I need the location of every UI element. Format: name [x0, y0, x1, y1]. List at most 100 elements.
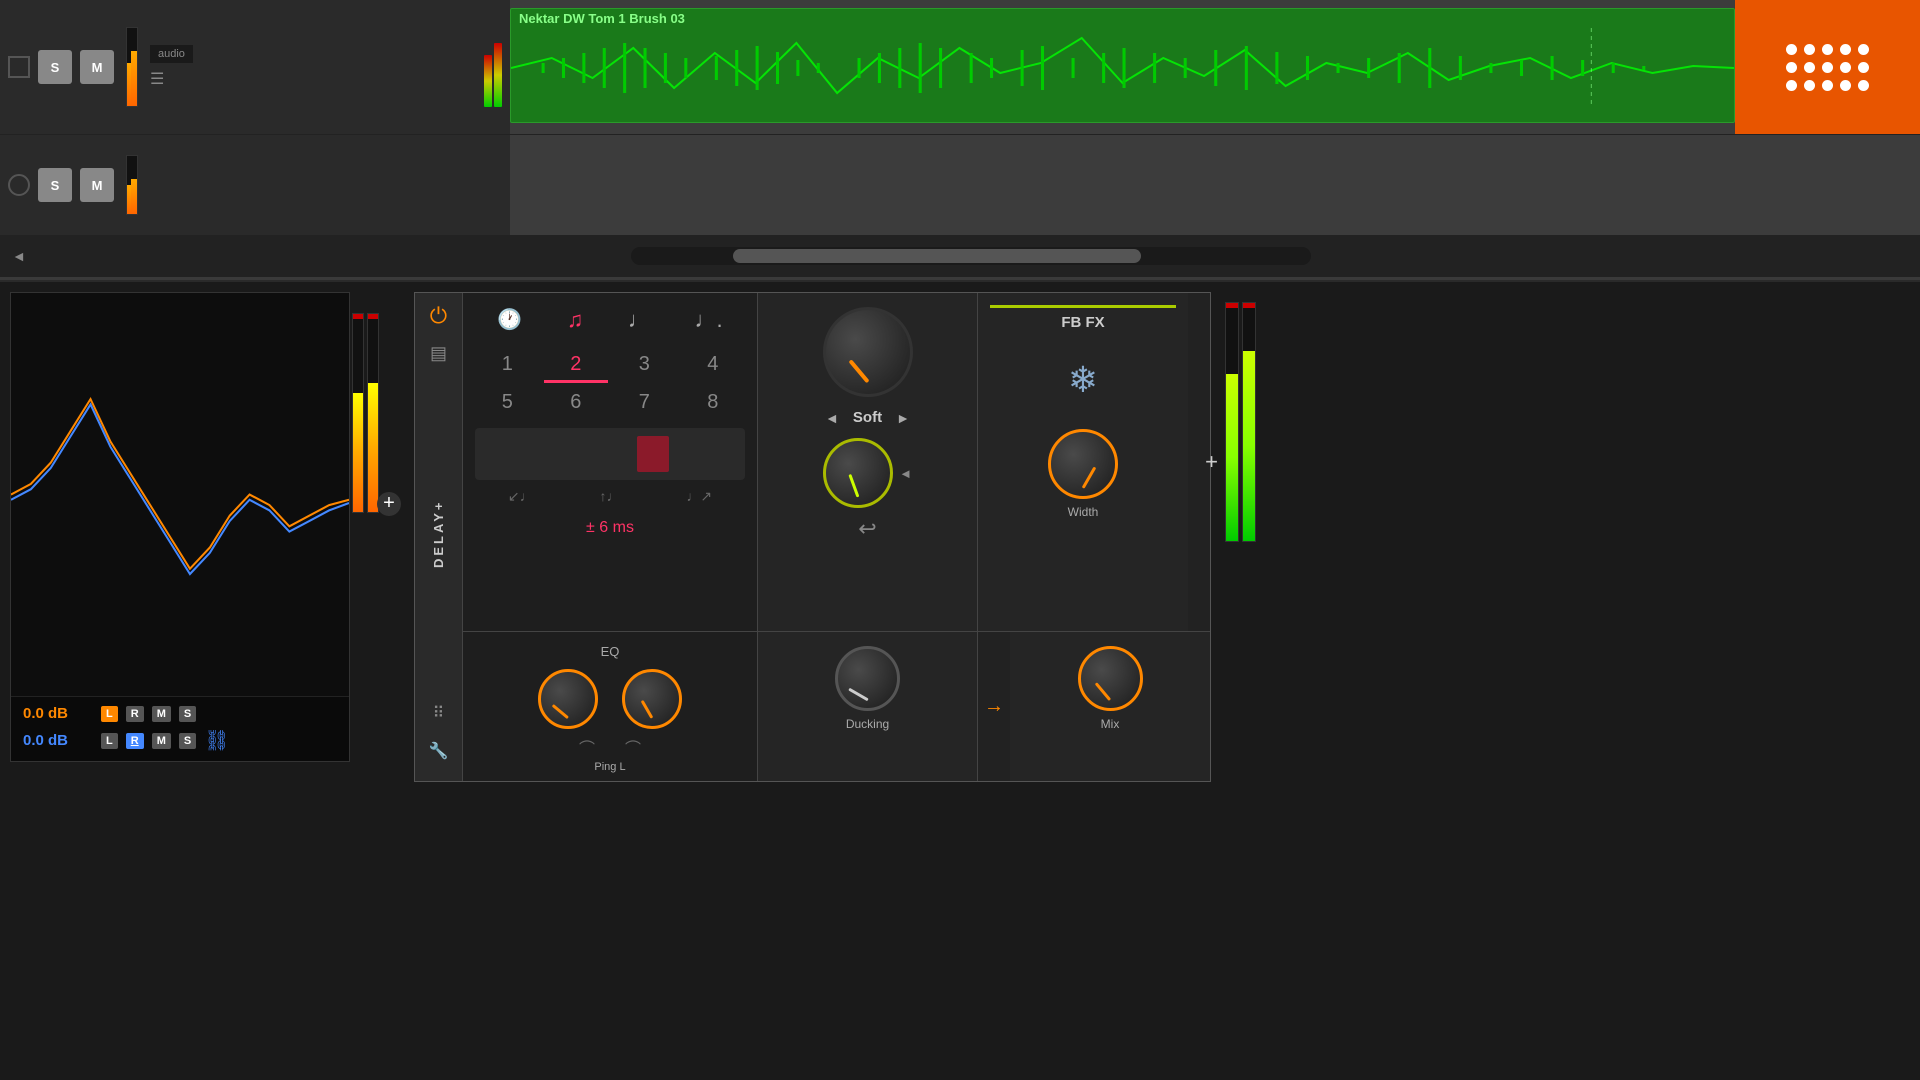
add-right-btn[interactable]: + — [1205, 449, 1218, 475]
width-label: Width — [1068, 505, 1099, 519]
soft-right-arrow[interactable]: ► — [896, 410, 910, 426]
folder-button[interactable]: ▤ — [430, 343, 447, 364]
note-eighth-beam-icon[interactable]: ♫ — [567, 307, 584, 333]
num-3[interactable]: 3 — [612, 349, 677, 383]
clock-icon[interactable]: 🕐 — [497, 307, 522, 333]
track1-vu-meter — [484, 27, 502, 107]
right-side-meters — [1225, 302, 1256, 542]
eq-knob-high[interactable] — [622, 669, 682, 729]
ducking-label: Ducking — [846, 717, 889, 731]
small-right-arrow[interactable]: ◄ — [899, 466, 912, 481]
track2-mute-btn[interactable]: M — [80, 168, 114, 202]
ducking-indicator — [848, 688, 869, 702]
track1-name-box: audio — [150, 45, 193, 63]
audio-clip[interactable]: Nektar DW Tom 1 Brush 03 — [510, 8, 1735, 123]
power-button[interactable]: ⏻ — [430, 303, 447, 329]
track1-mute-btn[interactable]: M — [80, 50, 114, 84]
grid-dots-button[interactable]: ⠿ — [433, 703, 445, 723]
ducking-section: Ducking — [758, 632, 978, 781]
clip-title: Nektar DW Tom 1 Brush 03 — [511, 9, 1734, 28]
width-knob-indicator — [1082, 466, 1097, 488]
num-7[interactable]: 7 — [612, 387, 677, 418]
snap-icons-row: ↙♩ ↑♩ ♩↗ — [475, 488, 745, 505]
num-4[interactable]: 4 — [681, 349, 746, 383]
feedback-knob[interactable] — [823, 438, 893, 508]
eq-label: EQ — [601, 644, 620, 659]
freeze-icon[interactable]: ❄ — [1068, 359, 1098, 401]
mix-knob[interactable] — [1078, 646, 1143, 711]
note-icons-row: 🕐 ♫ ♩ ♩. — [475, 307, 745, 333]
ch-l2-label[interactable]: L — [101, 733, 118, 749]
fb-fx-panel: FB FX ❄ Width + — [978, 293, 1188, 631]
scrollbar-row: ◄ — [0, 235, 1920, 277]
track1-timeline: Nektar DW Tom 1 Brush 03 — [510, 0, 1920, 134]
num-5[interactable]: 5 — [475, 387, 540, 418]
ch-m2-label[interactable]: M — [152, 733, 171, 749]
orange-plugin-box[interactable] — [1735, 0, 1920, 134]
analyzer-panel: 0.0 dB L R M S 0.0 dB L R M S ⛓ — [10, 292, 350, 762]
fb-fx-header: FB FX — [990, 305, 1176, 331]
analyzer-waveform — [11, 293, 349, 696]
soft-left-arrow[interactable]: ◄ — [825, 410, 839, 426]
main-knob-indicator — [848, 359, 869, 383]
num-1[interactable]: 1 — [475, 349, 540, 383]
bottom-section: EQ ⌒ ⌒ Ping L — [463, 631, 1210, 781]
ch-r2-label[interactable]: R — [126, 733, 144, 749]
ch-r-label[interactable]: R — [126, 706, 144, 722]
num-6[interactable]: 6 — [544, 387, 609, 418]
ducking-knob[interactable] — [835, 646, 900, 711]
ch-s2-label[interactable]: S — [179, 733, 196, 749]
num-2[interactable]: 2 — [544, 349, 609, 383]
eq-low-curve-icon: ⌒ — [579, 735, 595, 759]
delay-plugin: ⏻ ▤ DELAY+ ⠿ 🔧 🕐 ♫ ♩ ♩. — [414, 292, 1211, 782]
delay-slider-thumb[interactable] — [637, 436, 669, 472]
snap-left-icon[interactable]: ↙♩ — [508, 488, 534, 505]
key-button[interactable]: 🔧 — [429, 741, 449, 761]
feedback-knob-indicator — [848, 474, 859, 498]
track1-circle — [8, 56, 30, 78]
feedback-icon[interactable]: ↩ — [858, 516, 876, 542]
right-level-meters — [352, 313, 379, 513]
grid-numbers-row: 1 2 3 4 5 6 7 8 — [475, 349, 745, 418]
eq-low-indicator — [552, 704, 569, 719]
ch-s-label[interactable]: S — [179, 706, 196, 722]
track1-level-meter — [126, 27, 138, 107]
width-knob[interactable] — [1048, 429, 1118, 499]
mix-indicator — [1095, 682, 1111, 701]
track2-solo-btn[interactable]: S — [38, 168, 72, 202]
ch-m-label[interactable]: M — [152, 706, 171, 722]
eq-knob-low[interactable] — [538, 669, 598, 729]
level-blue-value: 0.0 dB — [23, 732, 93, 749]
scrollbar-thumb[interactable] — [733, 249, 1141, 263]
note-quarter-icon[interactable]: ♩ — [628, 307, 650, 333]
snap-right-icon[interactable]: ♩↗ — [686, 488, 712, 505]
track1-solo-btn[interactable]: S — [38, 50, 72, 84]
mix-section: Mix — [1010, 632, 1210, 781]
track1-menu-icon[interactable]: ☰ — [150, 69, 193, 89]
plugin-sidebar: ⏻ ▤ DELAY+ ⠿ 🔧 — [415, 293, 463, 781]
scrollbar-track[interactable] — [631, 247, 1311, 265]
track2-level-meter — [126, 155, 138, 215]
level-orange-value: 0.0 dB — [23, 705, 93, 722]
add-analyzer-btn[interactable]: + — [377, 492, 401, 516]
num-8[interactable]: 8 — [681, 387, 746, 418]
dots-grid — [1776, 34, 1879, 101]
snap-up-icon[interactable]: ↑♩ — [600, 488, 621, 505]
main-knob[interactable] — [823, 307, 913, 397]
mode-panel: ◄ Soft ► ◄ ↩ — [758, 293, 978, 631]
level-readout-area: 0.0 dB L R M S 0.0 dB L R M S ⛓ — [11, 696, 349, 761]
note-dotted-icon[interactable]: ♩. — [695, 307, 723, 333]
delay-slider-area[interactable] — [475, 428, 745, 480]
scroll-left-arrow[interactable]: ◄ — [12, 248, 26, 264]
ping-label: Ping L — [594, 761, 625, 773]
ms-display: ± 6 ms — [475, 513, 745, 543]
soft-label: Soft — [853, 409, 882, 426]
plugin-name-label: DELAY+ — [431, 378, 446, 689]
waveform-svg — [511, 28, 1734, 108]
eq-high-curve-icon: ⌒ — [625, 735, 641, 759]
eq-panel: EQ ⌒ ⌒ Ping L — [463, 632, 758, 781]
delay-timing-panel: 🕐 ♫ ♩ ♩. 1 2 3 4 5 6 7 8 — [463, 293, 758, 631]
ducking-arrow: → — [978, 695, 1010, 718]
link-icon[interactable]: ⛓ — [204, 728, 229, 753]
ch-l-label[interactable]: L — [101, 706, 118, 722]
